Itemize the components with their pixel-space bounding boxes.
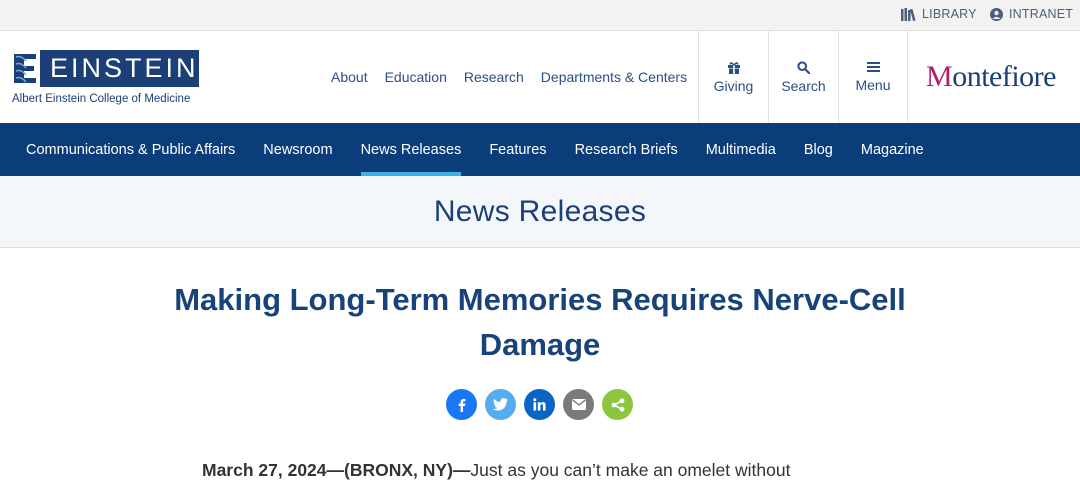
search-button[interactable]: Search: [768, 31, 838, 123]
share-button[interactable]: [602, 389, 633, 420]
facebook-share-button[interactable]: [446, 389, 477, 420]
site-header: EINSTEIN Albert Einstein College of Medi…: [0, 31, 1080, 123]
linkedin-icon: [533, 398, 546, 411]
article-lede: March 27, 2024—(BRONX, NY)—Just as you c…: [202, 460, 790, 481]
montefiore-logo-m: M: [926, 60, 953, 93]
nav-about[interactable]: About: [331, 69, 368, 85]
menu-button[interactable]: Menu: [838, 31, 908, 123]
logo-subtitle: Albert Einstein College of Medicine: [12, 93, 191, 105]
article-dateline: March 27, 2024—(BRONX, NY)—: [202, 460, 471, 480]
utility-bar: LIBRARY INTRANET: [0, 0, 1080, 31]
nav-research[interactable]: Research: [464, 69, 524, 85]
section-nav: Communications & Public Affairs Newsroom…: [0, 123, 1080, 176]
nav-education[interactable]: Education: [385, 69, 447, 85]
page-title: News Releases: [433, 194, 647, 228]
article-lede-text: Just as you can’t make an omelet without: [470, 460, 791, 480]
logo-box: EINSTEIN: [12, 50, 199, 87]
giving-label: Giving: [713, 77, 754, 94]
email-share-button[interactable]: [563, 389, 594, 420]
library-label: LIBRARY: [922, 7, 977, 21]
article-title: Making Long-Term Memories Requires Nerve…: [174, 282, 906, 362]
hamburger-icon: [866, 62, 880, 72]
search-label: Search: [781, 77, 826, 94]
section-nav-research-briefs[interactable]: Research Briefs: [575, 123, 678, 176]
twitter-share-button[interactable]: [485, 389, 516, 420]
einstein-logo[interactable]: EINSTEIN Albert Einstein College of Medi…: [12, 50, 202, 110]
page-title-band: News Releases: [0, 176, 1080, 248]
share-icon: [611, 397, 624, 412]
section-nav-communications[interactable]: Communications & Public Affairs: [26, 123, 235, 176]
gift-icon: [727, 61, 740, 74]
user-circle-icon: [990, 7, 1003, 21]
section-nav-magazine[interactable]: Magazine: [861, 123, 924, 176]
montefiore-logo-rest: ontefiore: [952, 60, 1056, 93]
section-nav-features[interactable]: Features: [489, 123, 546, 176]
intranet-link[interactable]: INTRANET: [990, 7, 1073, 21]
intranet-label: INTRANET: [1009, 7, 1074, 21]
twitter-icon: [493, 398, 508, 411]
facebook-icon: [458, 398, 465, 412]
library-icon: [901, 7, 916, 21]
giving-button[interactable]: Giving: [698, 31, 768, 123]
section-nav-multimedia[interactable]: Multimedia: [706, 123, 776, 176]
main-nav: About Education Research Departments & C…: [331, 69, 687, 85]
share-buttons: [446, 389, 633, 420]
search-icon: [797, 60, 810, 74]
section-nav-newsroom[interactable]: Newsroom: [263, 123, 332, 176]
menu-label: Menu: [855, 77, 891, 93]
section-nav-news-releases[interactable]: News Releases: [360, 123, 461, 176]
logo-emblem-icon: [12, 50, 40, 87]
nav-departments-centers[interactable]: Departments & Centers: [541, 69, 687, 85]
linkedin-share-button[interactable]: [524, 389, 555, 420]
library-link[interactable]: LIBRARY: [901, 7, 977, 21]
section-nav-blog[interactable]: Blog: [804, 123, 833, 176]
montefiore-logo[interactable]: Montefiore: [926, 60, 1056, 94]
logo-wordmark: EINSTEIN: [50, 53, 199, 83]
email-icon: [571, 399, 586, 410]
